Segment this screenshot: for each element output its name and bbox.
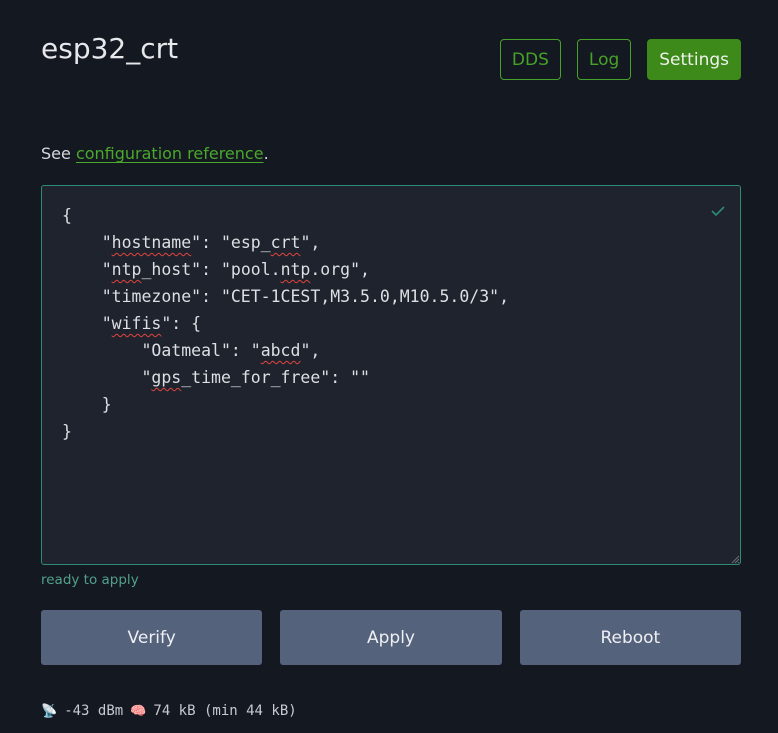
brain-icon: 🧠 (130, 703, 147, 719)
configuration-reference-link[interactable]: configuration reference (76, 144, 264, 163)
page-title: esp32_crt (41, 32, 179, 65)
reference-suffix: . (263, 144, 269, 163)
nav-log-button[interactable]: Log (576, 39, 632, 80)
action-buttons: Verify Apply Reboot (41, 610, 741, 665)
signal-strength: -43 dBm (64, 703, 124, 719)
satellite-antenna-icon: 📡 (41, 703, 58, 719)
nav-settings-button[interactable]: Settings (647, 39, 741, 80)
resize-handle-icon[interactable] (730, 554, 740, 564)
status-text: ready to apply (41, 572, 139, 588)
config-editor[interactable]: { "hostname": "esp_crt", "ntp_host": "po… (41, 185, 741, 565)
reference-prefix: See (41, 144, 76, 163)
nav-bar: DDS Log Settings (499, 39, 741, 80)
device-stats: 📡 -43 dBm 🧠 74 kB (min 44 kB) (41, 703, 297, 719)
config-textarea[interactable]: { "hostname": "esp_crt", "ntp_host": "po… (42, 186, 740, 461)
apply-button[interactable]: Apply (280, 610, 502, 665)
free-memory: 74 kB (min 44 kB) (153, 703, 297, 719)
verify-button[interactable]: Verify (41, 610, 263, 665)
reference-line: See configuration reference. (41, 144, 269, 163)
nav-dds-button[interactable]: DDS (499, 39, 561, 80)
reboot-button[interactable]: Reboot (519, 610, 741, 665)
check-icon (711, 206, 725, 217)
